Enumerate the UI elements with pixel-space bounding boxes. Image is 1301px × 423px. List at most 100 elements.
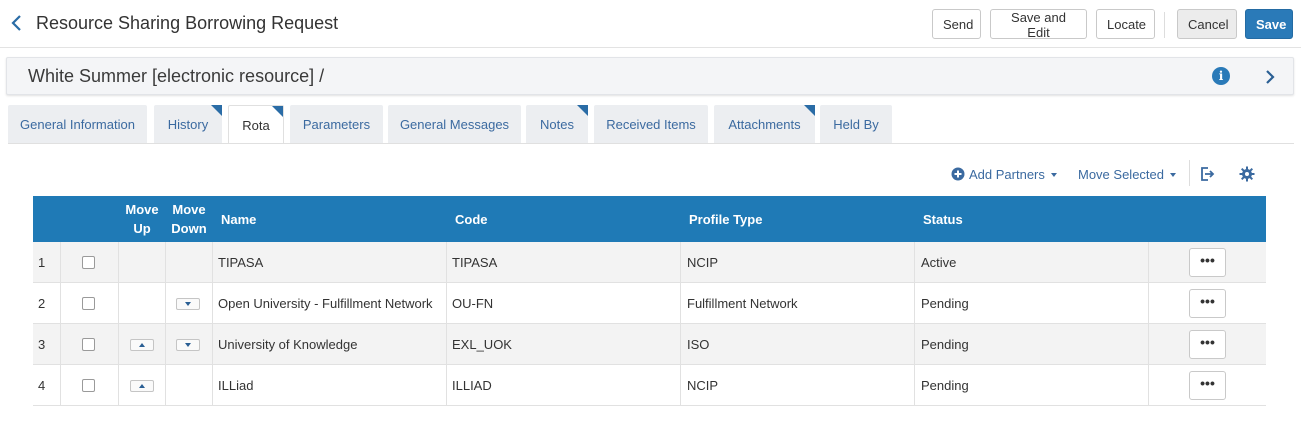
- header-label: Move: [172, 202, 206, 217]
- row-select-checkbox[interactable]: [82, 297, 95, 310]
- record-summary-bar: White Summer [electronic resource] / i: [6, 57, 1294, 95]
- content-indicator-icon: [577, 105, 588, 116]
- table-row: 4 ILLiad ILLIAD NCIP Pending •••: [33, 365, 1266, 406]
- tab-label: Rota: [242, 117, 270, 133]
- cell-divider: [165, 283, 166, 324]
- cell-divider: [212, 283, 213, 324]
- cell-divider: [212, 324, 213, 365]
- row-actions-button[interactable]: •••: [1189, 330, 1226, 359]
- send-button[interactable]: Send: [932, 9, 981, 39]
- row-name: University of Knowledge: [218, 337, 358, 352]
- cell-divider: [446, 283, 447, 324]
- cell-divider: [165, 324, 166, 365]
- row-code: ILLIAD: [452, 378, 492, 393]
- save-button[interactable]: Save: [1245, 9, 1293, 39]
- arrow-up-icon: [139, 383, 145, 388]
- row-profile-type: Fulfillment Network: [687, 296, 798, 311]
- cell-divider: [165, 365, 166, 406]
- move-down-button[interactable]: [176, 338, 200, 351]
- move-down-button[interactable]: [176, 297, 200, 310]
- row-status: Pending: [921, 337, 969, 352]
- tab-held-by[interactable]: Held By: [820, 105, 892, 143]
- header-label: Down: [171, 221, 207, 236]
- tab-label: General Messages: [399, 116, 510, 132]
- cell-divider: [1148, 242, 1149, 283]
- back-arrow-icon[interactable]: [6, 10, 26, 36]
- table-row: 1 TIPASA TIPASA NCIP Active •••: [33, 242, 1266, 283]
- column-header-move-up: Move Up: [118, 196, 166, 242]
- row-status: Pending: [921, 296, 969, 311]
- column-header-profile-type[interactable]: Profile Type: [689, 196, 762, 242]
- cell-divider: [60, 242, 61, 283]
- move-up-button[interactable]: [130, 338, 154, 351]
- cell-divider: [446, 365, 447, 406]
- cell-divider: [446, 324, 447, 365]
- row-index: 1: [38, 255, 46, 270]
- cell-divider: [680, 324, 681, 365]
- row-select-checkbox[interactable]: [82, 338, 95, 351]
- row-actions-button[interactable]: •••: [1189, 371, 1226, 400]
- tab-general-information[interactable]: General Information: [8, 105, 147, 143]
- cell-divider: [118, 324, 119, 365]
- column-header-code[interactable]: Code: [455, 196, 488, 242]
- row-select-checkbox[interactable]: [82, 256, 95, 269]
- tab-parameters[interactable]: Parameters: [290, 105, 383, 143]
- row-actions-button[interactable]: •••: [1189, 289, 1226, 318]
- tab-received-items[interactable]: Received Items: [594, 105, 708, 143]
- tab-general-messages[interactable]: General Messages: [388, 105, 521, 143]
- row-profile-type: ISO: [687, 337, 710, 352]
- locate-button[interactable]: Locate: [1096, 9, 1155, 39]
- tab-label: Held By: [833, 116, 879, 132]
- row-code: OU-FN: [452, 296, 494, 311]
- row-select-checkbox[interactable]: [82, 379, 95, 392]
- tab-label: Notes: [540, 116, 574, 132]
- info-icon[interactable]: i: [1212, 67, 1230, 85]
- tab-attachments[interactable]: Attachments: [714, 105, 815, 143]
- ellipsis-icon: •••: [1200, 252, 1215, 268]
- column-header-status[interactable]: Status: [923, 196, 963, 242]
- chevron-right-icon[interactable]: [1262, 67, 1278, 87]
- content-indicator-icon: [211, 105, 222, 116]
- ellipsis-icon: •••: [1200, 334, 1215, 350]
- move-up-button[interactable]: [130, 379, 154, 392]
- column-header-move-down: Move Down: [166, 196, 212, 242]
- export-icon[interactable]: [1199, 164, 1215, 184]
- cancel-button[interactable]: Cancel: [1177, 9, 1237, 39]
- row-actions-cell: •••: [1189, 242, 1226, 283]
- cell-divider: [212, 365, 213, 406]
- ellipsis-icon: •••: [1200, 375, 1215, 391]
- cell-divider: [680, 365, 681, 406]
- tab-rota[interactable]: Rota: [228, 105, 284, 144]
- move-selected-label: Move Selected: [1078, 166, 1164, 182]
- column-header-name[interactable]: Name: [221, 196, 256, 242]
- row-name: TIPASA: [218, 255, 264, 270]
- row-checkbox-cell: [82, 242, 95, 283]
- move-down-cell: [176, 324, 200, 365]
- cell-divider: [118, 242, 119, 283]
- row-profile-type: NCIP: [687, 378, 719, 393]
- row-code: EXL_UOK: [452, 337, 512, 352]
- cell-divider: [914, 324, 915, 365]
- tab-notes[interactable]: Notes: [526, 105, 588, 143]
- cell-divider: [446, 242, 447, 283]
- row-checkbox-cell: [82, 365, 95, 406]
- cell-divider: [680, 283, 681, 324]
- settings-gear-icon[interactable]: [1239, 164, 1255, 184]
- add-partners-label: Add Partners: [969, 166, 1045, 182]
- add-partners-dropdown[interactable]: Add Partners: [951, 164, 1057, 184]
- move-selected-dropdown[interactable]: Move Selected: [1078, 164, 1176, 184]
- arrow-down-icon: [185, 342, 191, 347]
- tab-label: Attachments: [728, 116, 801, 132]
- move-down-cell: [176, 283, 200, 324]
- cell-divider: [212, 242, 213, 283]
- toolbar-divider: [1189, 160, 1190, 186]
- tab-label: Received Items: [606, 116, 696, 132]
- cell-divider: [118, 365, 119, 406]
- arrow-down-icon: [185, 301, 191, 306]
- row-actions-button[interactable]: •••: [1189, 248, 1226, 277]
- cell-divider: [1148, 283, 1149, 324]
- tab-history[interactable]: History: [154, 105, 222, 143]
- cell-divider: [60, 324, 61, 365]
- save-and-edit-button[interactable]: Save and Edit: [990, 9, 1087, 40]
- arrow-up-icon: [139, 342, 145, 347]
